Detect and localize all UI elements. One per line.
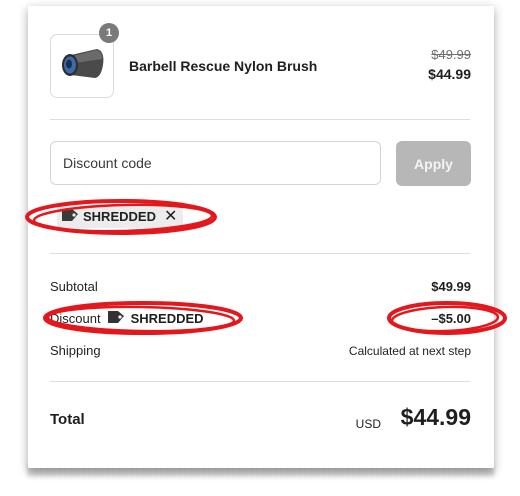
discount-code-input[interactable] (50, 141, 381, 185)
shipping-label: Shipping (50, 343, 101, 358)
discount-code: SHREDDED (130, 311, 204, 326)
discount-label: Discount (50, 311, 101, 326)
close-icon[interactable]: ✕ (164, 206, 177, 226)
product-thumbnail (50, 34, 114, 98)
total-label: Total (50, 411, 85, 428)
original-price: $49.99 (431, 47, 471, 62)
product-price: $44.99 (428, 66, 471, 82)
quantity-badge: 1 (99, 23, 119, 43)
shipping-value: Calculated at next step (348, 344, 471, 358)
applied-code: SHREDDED (83, 208, 156, 224)
total-value: $44.99 (400, 404, 471, 430)
subtotal-value: $49.99 (431, 279, 471, 294)
divider (50, 253, 470, 254)
discount-value: –$5.00 (431, 311, 471, 326)
apply-button[interactable]: Apply (396, 141, 471, 186)
divider (50, 119, 470, 120)
product-name: Barbell Rescue Nylon Brush (129, 58, 318, 74)
discount-row: Discount SHREDDED (50, 310, 204, 327)
divider (50, 381, 470, 382)
subtotal-label: Subtotal (50, 279, 98, 294)
total-currency: USD (355, 417, 381, 431)
tag-icon (61, 208, 79, 225)
applied-discount-chip: SHREDDED ✕ (57, 204, 184, 228)
tag-icon (107, 310, 125, 327)
